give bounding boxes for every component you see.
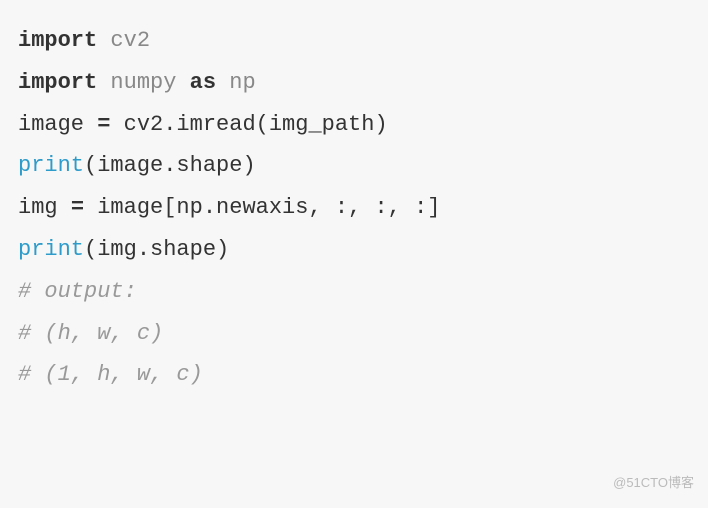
operator-equals: = xyxy=(71,195,84,220)
alias-np: np xyxy=(229,70,255,95)
variable: img xyxy=(18,195,71,220)
code-line-10: # (h, w, c) xyxy=(18,313,690,355)
code-line-5: print(image.shape) xyxy=(18,145,690,187)
args: (img.shape) xyxy=(84,237,229,262)
module-numpy: numpy xyxy=(110,70,176,95)
code-line-11: # (1, h, w, c) xyxy=(18,354,690,396)
code-line-9: # output: xyxy=(18,271,690,313)
args: (image.shape) xyxy=(84,153,256,178)
watermark: @51CTO博客 xyxy=(613,471,694,496)
code-block: import cv2 import numpy as np image = cv… xyxy=(18,20,690,396)
variable: image xyxy=(18,112,97,137)
keyword-import: import xyxy=(18,28,97,53)
code-line-6: img = image[np.newaxis, :, :, :] xyxy=(18,187,690,229)
builtin-print: print xyxy=(18,153,84,178)
code-line-7: print(img.shape) xyxy=(18,229,690,271)
operator-equals: = xyxy=(97,112,110,137)
code-line-4: image = cv2.imread(img_path) xyxy=(18,104,690,146)
expression: cv2.imread(img_path) xyxy=(110,112,387,137)
keyword-import: import xyxy=(18,70,97,95)
keyword-as: as xyxy=(190,70,216,95)
builtin-print: print xyxy=(18,237,84,262)
module-cv2: cv2 xyxy=(110,28,150,53)
expression: image[np.newaxis, :, :, :] xyxy=(84,195,440,220)
code-line-2: import numpy as np xyxy=(18,62,690,104)
code-line-1: import cv2 xyxy=(18,20,690,62)
